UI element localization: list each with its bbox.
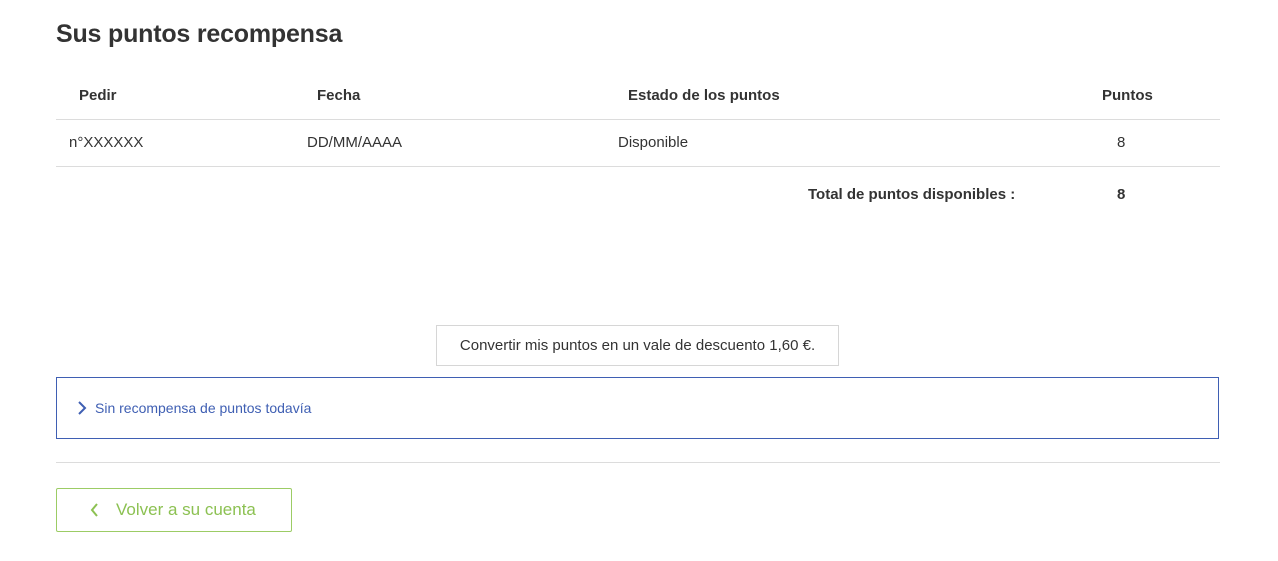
accordion-label: Sin recompensa de puntos todavía [95, 400, 312, 416]
convert-points-button[interactable]: Convertir mis puntos en un vale de descu… [436, 325, 839, 366]
back-button-label: Volver a su cuenta [116, 500, 256, 519]
header-pedir: Pedir [79, 87, 117, 104]
points-value: 8 [1117, 134, 1126, 151]
header-fecha: Fecha [317, 87, 361, 104]
total-row: Total de puntos disponibles : 8 [56, 167, 1220, 223]
order-date: DD/MM/AAAA [307, 134, 403, 151]
table-header: Pedir Fecha Estado de los puntos Puntos [56, 72, 1220, 120]
page-title: Sus puntos recompensa [56, 20, 343, 48]
divider [56, 462, 1220, 463]
points-status: Disponible [618, 134, 689, 151]
chevron-right-icon [77, 401, 87, 415]
header-puntos: Puntos [1102, 87, 1153, 104]
rewards-page: Sus puntos recompensa Pedir Fecha Estado… [56, 0, 1220, 561]
back-to-account-button[interactable]: Volver a su cuenta [56, 488, 292, 532]
chevron-left-icon [90, 503, 99, 517]
points-table: Pedir Fecha Estado de los puntos Puntos … [56, 72, 1220, 223]
total-value: 8 [1117, 186, 1126, 203]
order-number: n°XXXXXX [69, 134, 144, 151]
rewards-accordion-toggle[interactable]: Sin recompensa de puntos todavía [56, 377, 1219, 439]
total-label: Total de puntos disponibles : [808, 186, 1016, 203]
header-estado: Estado de los puntos [628, 87, 780, 104]
table-row: n°XXXXXX DD/MM/AAAA Disponible 8 [56, 120, 1220, 167]
